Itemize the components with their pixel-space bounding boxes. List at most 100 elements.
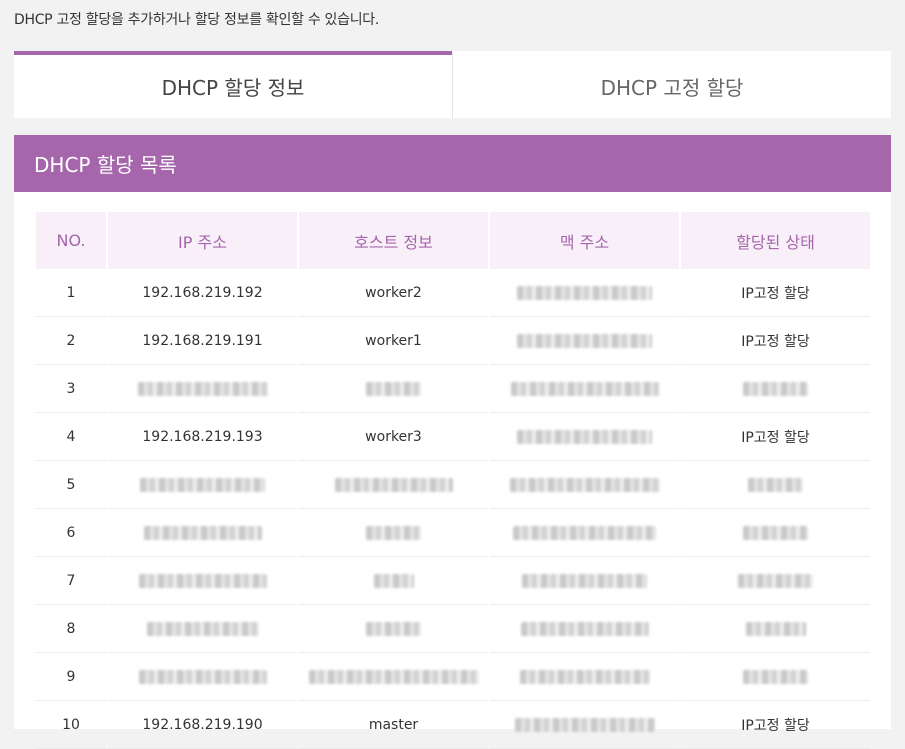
cell-status xyxy=(681,557,870,605)
table-row: 8 xyxy=(36,605,870,653)
redacted-value xyxy=(517,429,652,444)
cell-host xyxy=(299,509,488,557)
redacted-value xyxy=(366,381,421,396)
tab-dhcp-assignment-info[interactable]: DHCP 할당 정보 xyxy=(14,51,452,118)
redacted-value xyxy=(748,477,803,492)
cell-status-text: IP고정 할당 xyxy=(741,333,810,350)
cell-host-text: worker2 xyxy=(365,284,422,301)
cell-no: 3 xyxy=(36,365,106,413)
cell-no-text: 5 xyxy=(66,476,76,493)
cell-host xyxy=(299,605,488,653)
cell-status-text: IP고정 할당 xyxy=(741,717,810,734)
cell-mac xyxy=(490,605,679,653)
cell-no-text: 9 xyxy=(66,668,76,685)
cell-host-text: worker3 xyxy=(365,428,422,445)
cell-mac xyxy=(490,413,679,461)
redacted-value xyxy=(517,285,652,300)
cell-no-text: 1 xyxy=(66,284,76,301)
cell-status: IP고정 할당 xyxy=(681,413,870,461)
cell-no: 1 xyxy=(36,269,106,317)
redacted-value xyxy=(137,381,268,396)
cell-status: IP고정 할당 xyxy=(681,317,870,365)
header-mac: 맥 주소 xyxy=(490,212,679,269)
cell-no-text: 10 xyxy=(62,716,80,733)
cell-ip-text: 192.168.219.190 xyxy=(142,716,263,733)
tab-bar: DHCP 할당 정보 DHCP 고정 할당 xyxy=(14,51,891,118)
cell-ip-text: 192.168.219.193 xyxy=(142,428,263,445)
cell-no-text: 2 xyxy=(66,332,76,349)
cell-no: 10 xyxy=(36,701,106,749)
cell-no: 7 xyxy=(36,557,106,605)
cell-ip xyxy=(108,605,297,653)
cell-mac xyxy=(490,701,679,749)
dhcp-assignment-table: NO. IP 주소 호스트 정보 맥 주소 할당된 상태 1 192.168.21… xyxy=(34,212,872,749)
panel-title: DHCP 할당 목록 xyxy=(14,135,891,192)
cell-mac xyxy=(490,365,679,413)
page-description: DHCP 고정 할당을 추가하거나 할당 정보를 확인할 수 있습니다. xyxy=(14,12,380,28)
cell-ip: 192.168.219.193 xyxy=(108,413,297,461)
cell-status: IP고정 할당 xyxy=(681,701,870,749)
cell-status-text: IP고정 할당 xyxy=(741,285,810,302)
cell-status-text: IP고정 할당 xyxy=(741,429,810,446)
cell-host-text: master xyxy=(368,716,419,733)
header-host: 호스트 정보 xyxy=(299,212,488,269)
cell-mac xyxy=(490,557,679,605)
cell-host xyxy=(299,653,488,701)
redacted-value xyxy=(514,717,655,732)
cell-status xyxy=(681,653,870,701)
redacted-value xyxy=(743,525,808,540)
cell-ip: 192.168.219.191 xyxy=(108,317,297,365)
cell-ip: 192.168.219.190 xyxy=(108,701,297,749)
cell-host xyxy=(299,557,488,605)
cell-host: master xyxy=(299,701,488,749)
table-body: 1 192.168.219.192 worker2 IP고정 할당 2 192.168.2… xyxy=(36,269,870,749)
dhcp-list-panel: NO. IP 주소 호스트 정보 맥 주소 할당된 상태 1 192.168.21… xyxy=(14,192,891,749)
cell-ip: 192.168.219.192 xyxy=(108,269,297,317)
redacted-value xyxy=(745,621,806,636)
cell-no-text: 3 xyxy=(66,380,76,397)
table-row: 5 xyxy=(36,461,870,509)
redacted-value xyxy=(743,381,808,396)
redacted-value xyxy=(334,477,453,492)
table-row: 1 192.168.219.192 worker2 IP고정 할당 xyxy=(36,269,870,317)
table-row: 6 xyxy=(36,509,870,557)
cell-status: IP고정 할당 xyxy=(681,269,870,317)
cell-no-text: 4 xyxy=(66,428,76,445)
cell-host: worker1 xyxy=(299,317,488,365)
redacted-value xyxy=(517,333,652,348)
table-row: 2 192.168.219.191 worker1 IP고정 할당 xyxy=(36,317,870,365)
cell-ip xyxy=(108,461,297,509)
cell-no: 6 xyxy=(36,509,106,557)
cell-no-text: 8 xyxy=(66,620,76,637)
cell-host: worker2 xyxy=(299,269,488,317)
cell-host xyxy=(299,461,488,509)
redacted-value xyxy=(366,621,421,636)
cell-ip xyxy=(108,509,297,557)
cell-mac xyxy=(490,461,679,509)
redacted-value xyxy=(743,669,808,684)
cell-mac xyxy=(490,509,679,557)
cell-status xyxy=(681,605,870,653)
cell-status xyxy=(681,461,870,509)
cell-status xyxy=(681,509,870,557)
header-status: 할당된 상태 xyxy=(681,212,870,269)
table-row: 7 xyxy=(36,557,870,605)
header-ip: IP 주소 xyxy=(108,212,297,269)
redacted-value xyxy=(140,477,265,492)
cell-ip-text: 192.168.219.191 xyxy=(142,332,263,349)
cell-no: 2 xyxy=(36,317,106,365)
cell-ip xyxy=(108,557,297,605)
tab-dhcp-static-assignment[interactable]: DHCP 고정 할당 xyxy=(452,51,891,118)
cell-mac xyxy=(490,269,679,317)
redacted-value xyxy=(738,573,813,588)
redacted-value xyxy=(522,573,647,588)
cell-no-text: 7 xyxy=(66,572,76,589)
cell-ip xyxy=(108,653,297,701)
redacted-value xyxy=(510,381,659,396)
table-row: 10 192.168.219.190 master IP고정 할당 xyxy=(36,701,870,749)
redacted-value xyxy=(138,669,267,684)
redacted-value xyxy=(373,573,414,588)
cell-no-text: 6 xyxy=(66,524,76,541)
redacted-value xyxy=(138,573,267,588)
cell-no: 9 xyxy=(36,653,106,701)
